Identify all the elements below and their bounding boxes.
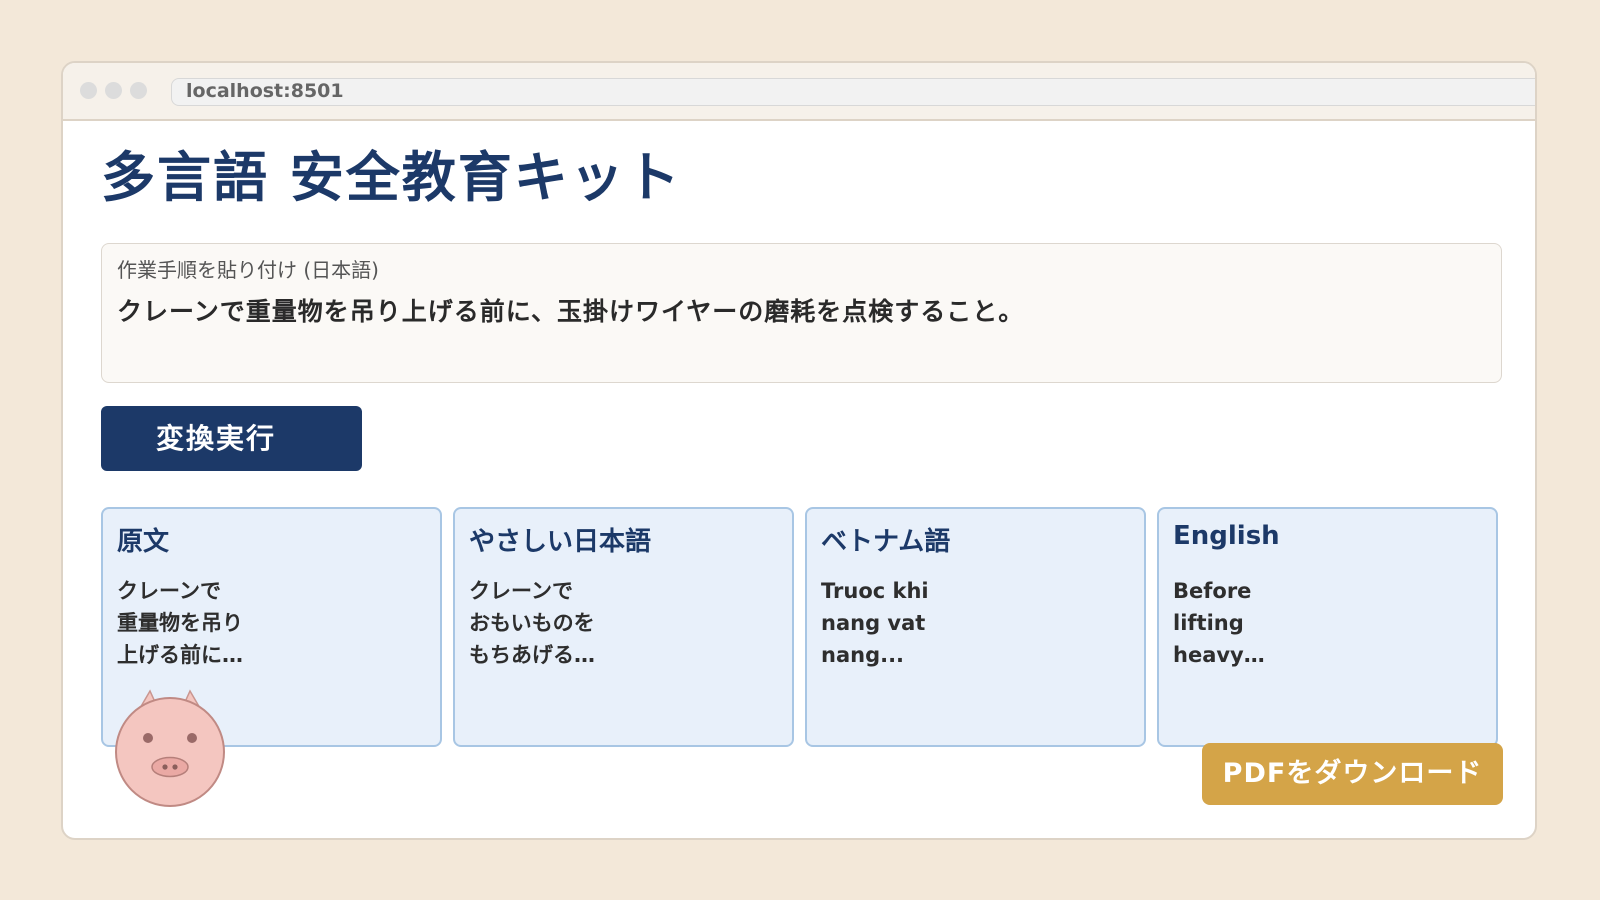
card-text-line: クレーンで [469, 579, 573, 603]
address-bar[interactable]: localhost:8501 [171, 78, 1535, 106]
window-minimize-dot[interactable] [105, 82, 122, 99]
card-text-line: lifting [1173, 611, 1244, 635]
card-text: Truoc khi nang vat nang... [821, 575, 929, 671]
card-text: クレーンで 重量物を吊り 上げる前に… [117, 575, 243, 671]
card-title: English [1173, 521, 1280, 551]
window-maximize-dot[interactable] [130, 82, 147, 99]
card-text-line: 重量物を吊り [117, 611, 243, 635]
window-close-dot[interactable] [80, 82, 97, 99]
browser-window: localhost:8501 多言語 安全教育キット 作業手順を貼り付け (日本… [61, 61, 1537, 840]
card-text: Before lifting heavy… [1173, 575, 1265, 671]
card-text-line: nang... [821, 643, 905, 667]
procedure-input[interactable]: 作業手順を貼り付け (日本語) クレーンで重量物を吊り上げる前に、玉掛けワイヤー… [101, 243, 1502, 383]
pdf-download-button[interactable]: PDFをダウンロード [1202, 743, 1503, 805]
pig-mascot-icon [115, 689, 225, 807]
card-title: 原文 [117, 527, 170, 557]
card-text-line: heavy… [1173, 643, 1265, 667]
card-text: クレーンで おもいものを もちあげる… [469, 575, 595, 671]
card-text-line: Truoc khi [821, 579, 929, 603]
card-text-line: クレーンで [117, 579, 221, 603]
browser-titlebar: localhost:8501 [63, 63, 1535, 121]
procedure-input-value[interactable]: クレーンで重量物を吊り上げる前に、玉掛けワイヤーの磨耗を点検すること。 [117, 292, 1024, 328]
result-card-english: English Before lifting heavy… [1157, 507, 1498, 747]
convert-button[interactable]: 変換実行 [101, 406, 362, 471]
card-text-line: 上げる前に… [117, 643, 243, 667]
card-text-line: おもいものを [469, 611, 595, 635]
card-text-line: nang vat [821, 611, 926, 635]
card-text-line: Before [1173, 579, 1252, 603]
procedure-input-label: 作業手順を貼り付け (日本語) [117, 258, 379, 282]
result-card-easy-japanese: やさしい日本語 クレーンで おもいものを もちあげる… [453, 507, 794, 747]
page-title: 多言語 安全教育キット [101, 146, 682, 209]
card-title: やさしい日本語 [469, 527, 652, 557]
card-title: ベトナム語 [821, 527, 951, 557]
result-card-vietnamese: ベトナム語 Truoc khi nang vat nang... [805, 507, 1146, 747]
card-text-line: もちあげる… [469, 643, 595, 667]
